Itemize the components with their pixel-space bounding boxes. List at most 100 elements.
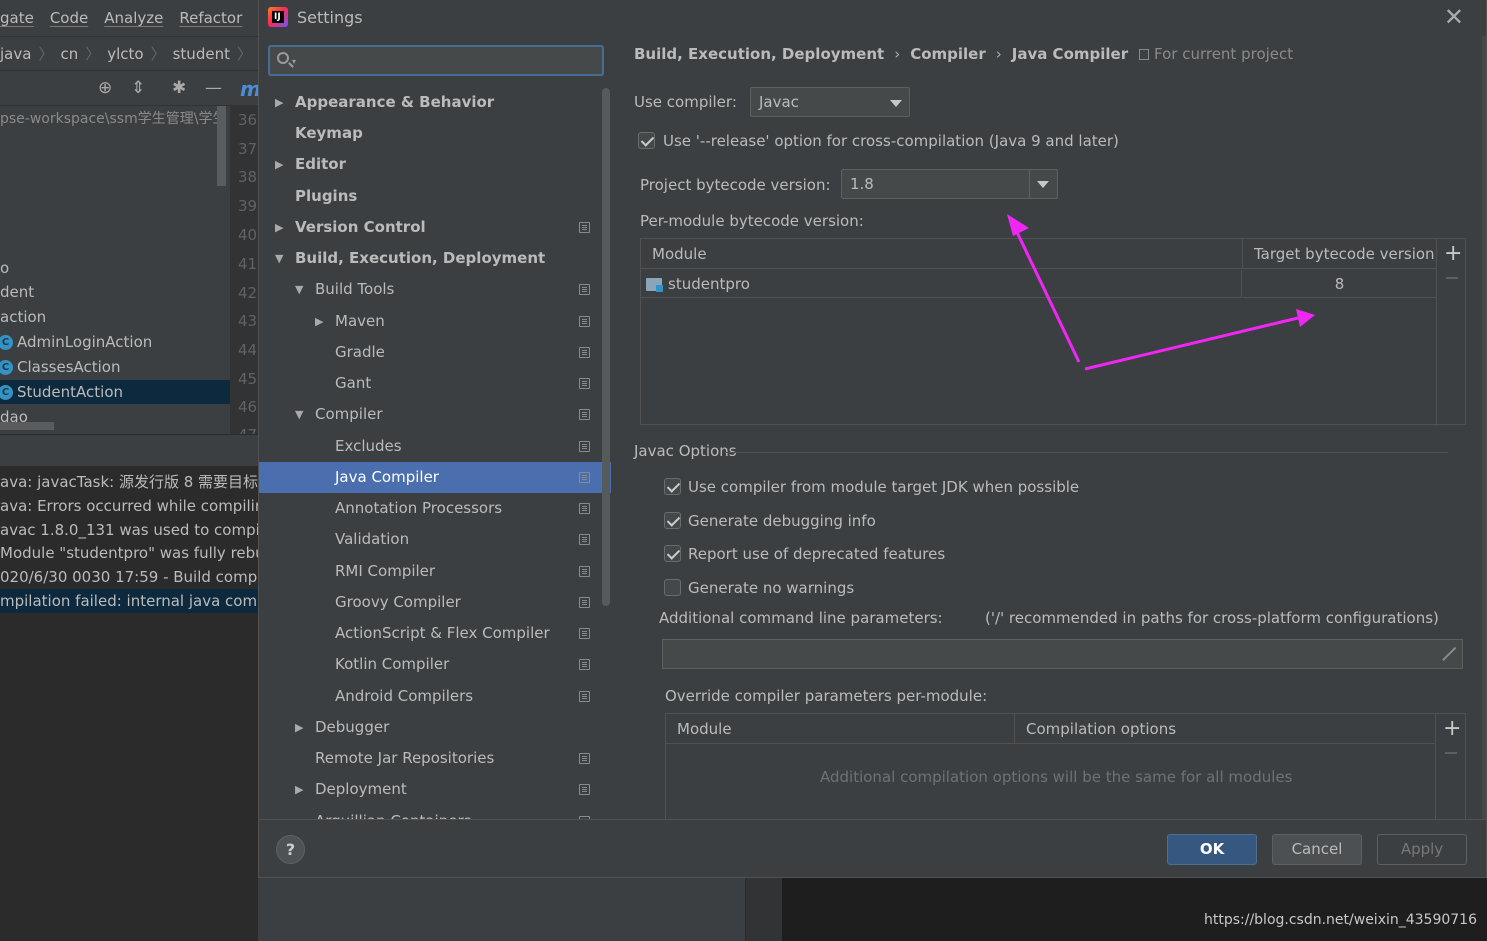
project-tree-vscrollbar[interactable] [217, 106, 226, 186]
expand-arrow-icon[interactable]: ▶ [275, 87, 283, 118]
add-icon[interactable]: + [1444, 243, 1462, 265]
project-bytecode-select[interactable]: 1.8 [841, 169, 1058, 199]
search-input[interactable] [302, 50, 592, 72]
nav-remote-jar-repositories[interactable]: Remote Jar Repositories [259, 743, 604, 774]
console-line[interactable]: ava: javacTask: 源发行版 8 需要目标发 [0, 470, 258, 494]
expand-icon[interactable] [1440, 647, 1454, 661]
nav-keymap[interactable]: Keymap [259, 118, 604, 149]
expand-arrow-icon[interactable]: ▶ [275, 212, 283, 243]
nav-maven[interactable]: ▶ Maven [259, 306, 604, 337]
cancel-button[interactable]: Cancel [1272, 834, 1362, 865]
console-line[interactable]: ava: Errors occurred while compiling [0, 494, 258, 518]
expand-arrow-icon[interactable]: ▶ [295, 712, 303, 743]
expand-arrow-icon[interactable]: ▶ [275, 149, 283, 180]
column-header-compilation-options[interactable]: Compilation options [1015, 714, 1435, 744]
console-line[interactable]: avac 1.8.0_131 was used to compile [0, 518, 258, 542]
nav-appearance-behavior[interactable]: ▶ Appearance & Behavior [259, 87, 604, 118]
nav-kotlin-compiler[interactable]: Kotlin Compiler [259, 649, 604, 680]
nav-groovy-compiler[interactable]: Groovy Compiler [259, 587, 604, 618]
crumb-student[interactable]: student [173, 45, 230, 63]
use-module-jdk-checkbox[interactable] [664, 478, 681, 495]
nav-rmi-compiler[interactable]: RMI Compiler [259, 556, 604, 587]
no-warnings-checkbox[interactable] [664, 579, 681, 596]
project-path: pse-workspace\ssm学生管理\学生 [0, 111, 227, 127]
remove-icon[interactable] [1446, 277, 1458, 279]
crumb-separator: › [995, 45, 1002, 63]
settings-search[interactable]: ▾ [268, 45, 604, 76]
crumb-ylcto[interactable]: ylcto [107, 45, 143, 63]
collapse-arrow-icon[interactable]: ▼ [275, 243, 283, 274]
nav-debugger[interactable]: ▶ Debugger [259, 712, 604, 743]
nav-build-tools[interactable]: ▼ Build Tools [259, 274, 604, 305]
console-line-selected[interactable]: mpilation failed: internal java compi [0, 589, 258, 613]
dropdown-button[interactable] [1029, 170, 1057, 198]
nav-gradle[interactable]: Gradle [259, 337, 604, 368]
column-header-target-bytecode[interactable]: Target bytecode version [1243, 239, 1436, 269]
search-dropdown-icon[interactable]: ▾ [292, 57, 296, 66]
nav-gant[interactable]: Gant [259, 368, 604, 399]
console-line[interactable]: Module "studentpro" was fully rebuil [0, 541, 258, 565]
tree-item-classes-action[interactable]: C ClassesAction [0, 355, 230, 379]
remove-icon[interactable] [1445, 752, 1457, 754]
collapse-all-icon[interactable]: ⇕ [131, 79, 145, 97]
nav-actionscript-flex-compiler[interactable]: ActionScript & Flex Compiler [259, 618, 604, 649]
console-line[interactable]: 020/6/30 0030 17:59 - Build comple [0, 565, 258, 589]
close-icon[interactable]: ✕ [1444, 4, 1464, 30]
deprecated-features-checkbox[interactable] [664, 545, 681, 562]
ok-button[interactable]: OK [1167, 834, 1257, 865]
additional-params-hint: ('/' recommended in paths for cross-plat… [985, 609, 1439, 627]
apply-button[interactable]: Apply [1377, 834, 1467, 865]
column-header-module[interactable]: Module [666, 714, 1015, 744]
nav-android-compilers[interactable]: Android Compilers [259, 681, 604, 712]
tree-item[interactable]: o [0, 256, 230, 280]
project-level-icon [579, 222, 590, 233]
sidebar-scrollbar[interactable] [602, 88, 610, 606]
tree-item[interactable]: action [0, 305, 230, 329]
collapse-arrow-icon[interactable]: ▼ [295, 399, 303, 430]
locate-icon[interactable]: ⊕ [98, 79, 112, 97]
nav-build-execution-deployment[interactable]: ▼ Build, Execution, Deployment [259, 243, 604, 274]
hide-icon[interactable]: — [205, 79, 222, 97]
help-button[interactable]: ? [276, 835, 305, 864]
dialog-titlebar[interactable]: IJ Settings ✕ [259, 0, 1486, 36]
tree-item-admin-login-action[interactable]: C AdminLoginAction [0, 330, 230, 354]
table-row-module[interactable]: studentpro [641, 270, 1242, 298]
table-cell-target[interactable]: 8 [1243, 270, 1436, 298]
menu-code[interactable]: Code [50, 9, 88, 27]
tree-item[interactable]: dent [0, 280, 230, 304]
expand-arrow-icon[interactable]: ▶ [315, 306, 323, 337]
deprecated-features-label: Report use of deprecated features [688, 545, 946, 563]
crumb-java[interactable]: java [0, 45, 31, 63]
project-level-icon [579, 503, 590, 514]
line-number: 38 [238, 168, 258, 186]
menu-refactor[interactable]: Refactor [179, 9, 242, 27]
use-compiler-select[interactable]: Javac [750, 87, 910, 117]
nav-plugins[interactable]: Plugins [259, 181, 604, 212]
nav-validation[interactable]: Validation [259, 524, 604, 555]
tree-item-student-action[interactable]: C StudentAction [0, 380, 230, 404]
nav-java-compiler[interactable]: Java Compiler [259, 462, 611, 493]
menu-analyze[interactable]: Analyze [104, 9, 163, 27]
nav-compiler[interactable]: ▼ Compiler [259, 399, 604, 430]
no-warnings-label: Generate no warnings [688, 579, 855, 597]
content-scroll-edge [1482, 36, 1486, 819]
release-option-checkbox[interactable] [638, 132, 655, 149]
collapse-arrow-icon[interactable]: ▼ [295, 274, 303, 305]
nav-annotation-processors[interactable]: Annotation Processors [259, 493, 604, 524]
project-level-icon [579, 472, 590, 483]
project-tree-hscrollbar[interactable] [0, 422, 54, 430]
debugging-info-checkbox[interactable] [664, 512, 681, 529]
expand-arrow-icon[interactable]: ▶ [295, 774, 303, 805]
nav-version-control[interactable]: ▶ Version Control [259, 212, 604, 243]
nav-excludes[interactable]: Excludes [259, 431, 604, 462]
add-icon[interactable]: + [1443, 718, 1461, 740]
gear-icon[interactable]: ✱ [172, 79, 186, 97]
crumb-compiler: Compiler [910, 45, 986, 63]
column-header-module[interactable]: Module [641, 239, 1243, 269]
nav-arquillian-containers[interactable]: Arquillian Containers [259, 806, 604, 819]
nav-editor[interactable]: ▶ Editor [259, 149, 604, 180]
additional-params-field[interactable] [662, 639, 1463, 669]
nav-deployment[interactable]: ▶ Deployment [259, 774, 604, 805]
crumb-cn[interactable]: cn [60, 45, 78, 63]
menu-navigate[interactable]: gate [0, 9, 34, 27]
